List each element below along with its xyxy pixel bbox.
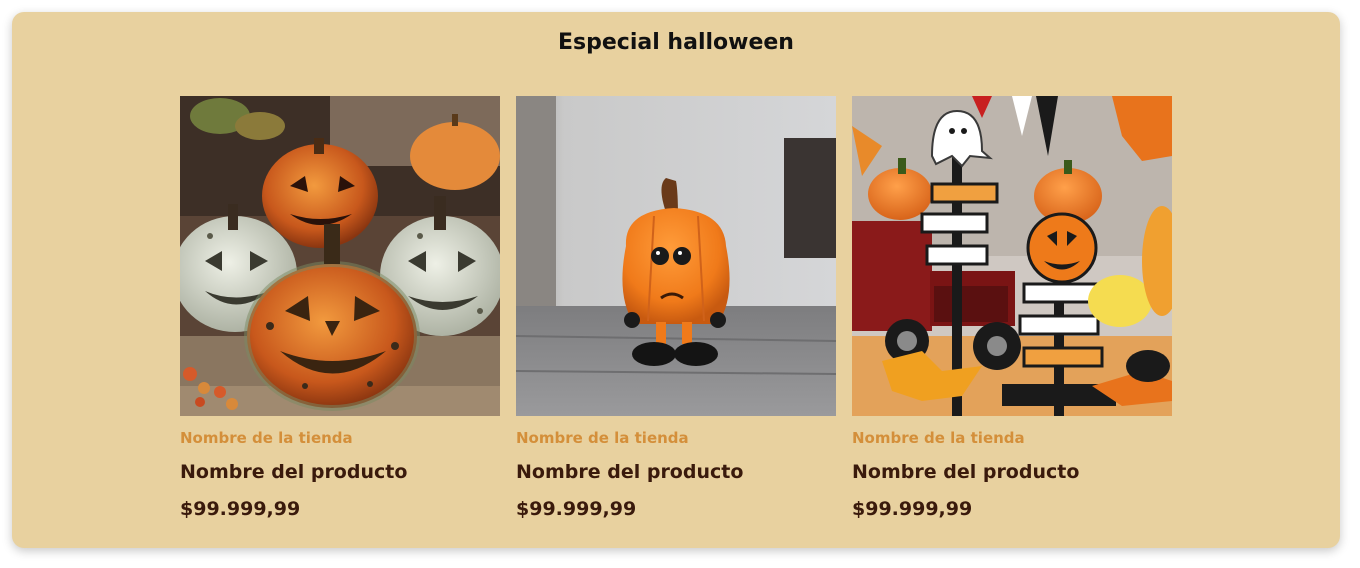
product-card[interactable]: Nombre de la tienda Nombre del producto … [180, 96, 500, 522]
store-name[interactable]: Nombre de la tienda [180, 428, 500, 448]
product-grid: Nombre de la tienda Nombre del producto … [180, 96, 1172, 522]
product-price: $99.999,99 [516, 498, 637, 520]
product-card[interactable]: Nombre de la tienda Nombre del producto … [852, 96, 1172, 522]
section-title: Especial halloween [558, 30, 794, 55]
store-name[interactable]: Nombre de la tienda [516, 428, 836, 448]
halloween-signpost-photo [852, 96, 1172, 416]
product-price: $99.999,99 [180, 498, 301, 520]
product-image[interactable] [516, 96, 836, 416]
pumpkin-figurine-photo [516, 96, 836, 416]
product-image[interactable] [852, 96, 1172, 416]
product-name[interactable]: Nombre del producto [852, 460, 1172, 484]
product-price: $99.999,99 [852, 498, 973, 520]
store-name[interactable]: Nombre de la tienda [852, 428, 1172, 448]
ceramic-pumpkins-photo [180, 96, 500, 416]
product-name[interactable]: Nombre del producto [180, 460, 500, 484]
product-image[interactable] [180, 96, 500, 416]
product-card[interactable]: Nombre de la tienda Nombre del producto … [516, 96, 836, 522]
product-name[interactable]: Nombre del producto [516, 460, 836, 484]
halloween-section: Especial halloween Nombre de la tienda N… [12, 12, 1340, 548]
